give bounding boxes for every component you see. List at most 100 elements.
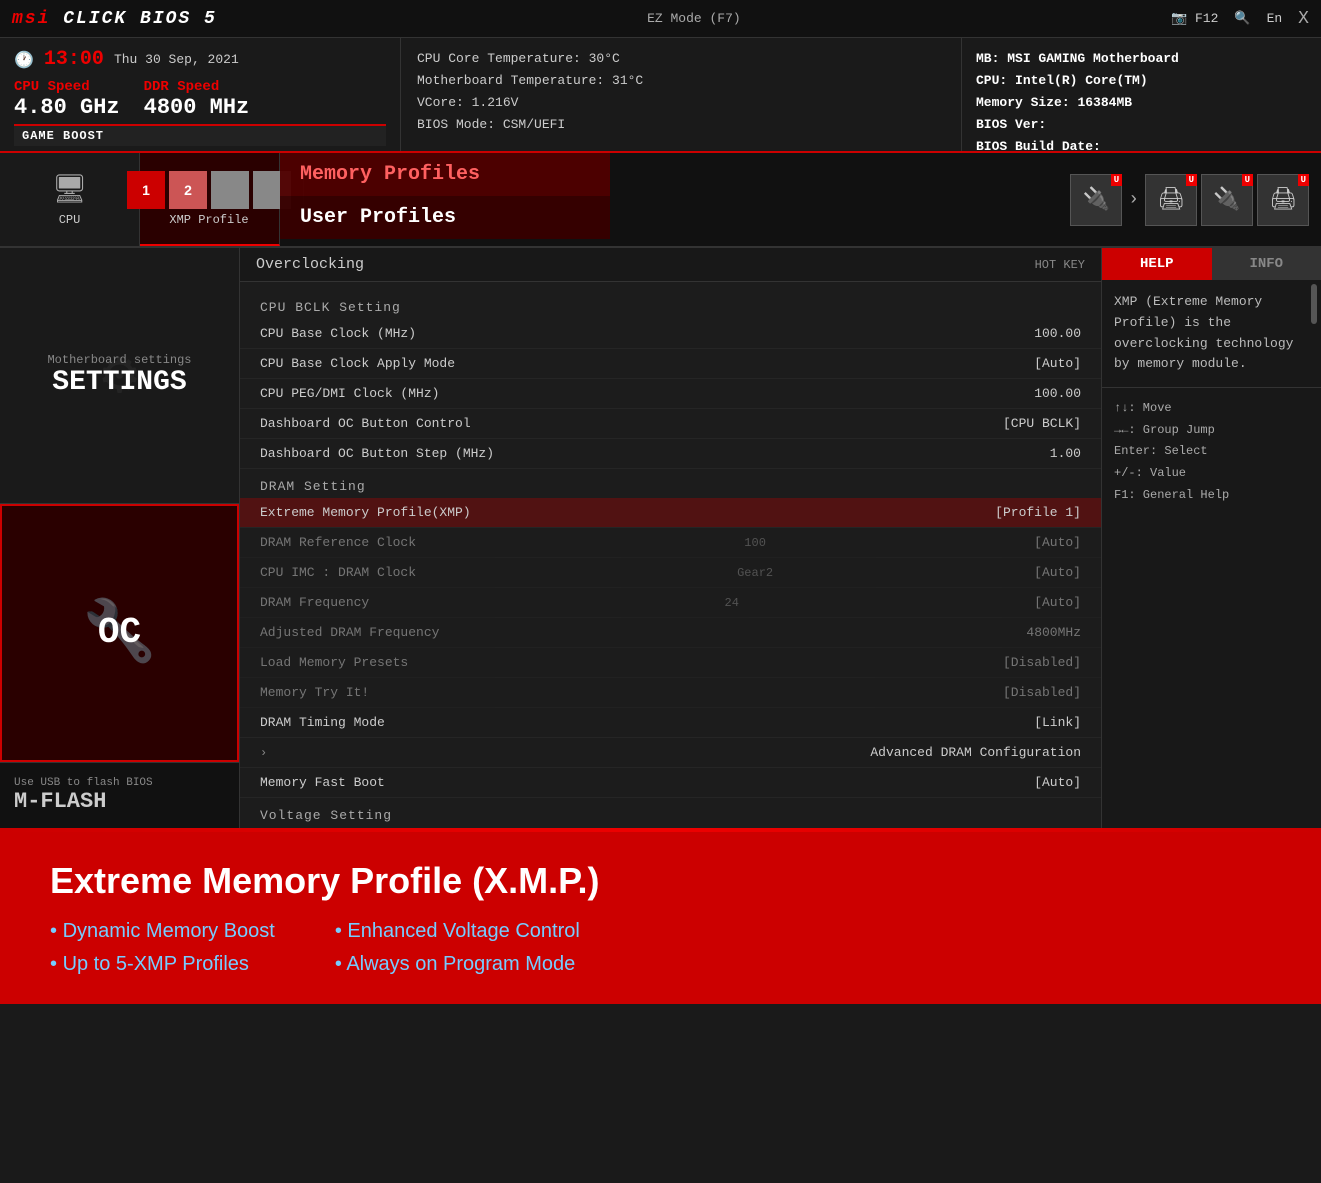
mflash-label: M-FLASH [14,789,225,814]
bios-ver: BIOS Ver: [976,114,1307,136]
user-profiles-option[interactable]: User Profiles [280,196,610,239]
setting-cpu-base-apply[interactable]: CPU Base Clock Apply Mode [Auto] [240,349,1101,379]
clock-time: 13:00 [44,48,104,71]
right-panel: HELP INFO XMP (Extreme Memory Profile) i… [1101,248,1321,828]
cpu-speed-label: CPU Speed [14,79,120,95]
usb-icon-4: U 🖨 [1257,174,1309,226]
setting-dram-ref-clock[interactable]: DRAM Reference Clock 100 [Auto] [240,528,1101,558]
ddr-speed-label: DDR Speed [144,79,250,95]
setting-dram-freq[interactable]: DRAM Frequency 24 [Auto] [240,588,1101,618]
screenshot-icon[interactable]: 📷 F12 [1171,11,1218,26]
search-icon[interactable]: 🔍 [1234,11,1250,26]
setting-mem-fast-boot[interactable]: Memory Fast Boot [Auto] [240,768,1101,798]
setting-cpu-peg-dmi[interactable]: CPU PEG/DMI Clock (MHz) 100.00 [240,379,1101,409]
ddr-speed: DDR Speed 4800 MHz [144,79,250,120]
feature-dynamic-memory: Dynamic Memory Boost [50,920,275,943]
tab-help[interactable]: HELP [1102,248,1212,280]
setting-load-presets[interactable]: Load Memory Presets [Disabled] [240,648,1101,678]
setting-memory-try[interactable]: Memory Try It! [Disabled] [240,678,1101,708]
panel-title: Overclocking [256,256,364,273]
settings-list[interactable]: CPU BCLK Setting CPU Base Clock (MHz) 10… [240,282,1101,828]
bottom-title: Extreme Memory Profile (X.M.P.) [50,860,1271,902]
usb-icons: U 🔌 › U 🖨 U 🔌 U 🖨 [1058,153,1321,246]
section-voltage: Voltage Setting [240,798,1101,827]
center-panel: Overclocking HOT KEY CPU BCLK Setting CP… [240,248,1101,828]
tab-xmp[interactable]: 1 2 XMP Profile [140,153,280,246]
xmp-buttons: 1 2 [127,171,291,209]
settings-large-label: SETTINGS [52,367,186,398]
key-f1: F1: General Help [1114,485,1309,507]
usb-icon-2: U 🖨 [1145,174,1197,226]
key-group: →←: Group Jump [1114,420,1309,442]
xmp-btn-1[interactable]: 1 [127,171,165,209]
setting-cpu-imc-dram[interactable]: CPU IMC : DRAM Clock Gear2 [Auto] [240,558,1101,588]
oc-item[interactable]: 🔧 OC [0,504,239,763]
language-selector[interactable]: En [1267,11,1283,26]
key-enter: Enter: Select [1114,441,1309,463]
xmp-area: 1 2 XMP Profile [115,167,304,231]
game-boost-bar[interactable]: GAME BOOST [14,124,386,146]
feature-xmp-profiles: Up to 5-XMP Profiles [50,953,275,976]
memory-profiles-option[interactable]: Memory Profiles [280,153,610,196]
bios-mode: BIOS Mode: CSM/UEFI [417,114,945,136]
clock-date: Thu 30 Sep, 2021 [114,52,239,67]
tab-info[interactable]: INFO [1212,248,1321,280]
mb-temp: Motherboard Temperature: 31°C [417,70,945,92]
usb-badge-3: U [1242,174,1253,186]
ez-mode-label[interactable]: EZ Mode (F7) [647,11,741,26]
mb-info: MB: MSI GAMING Motherboard [976,48,1307,70]
clock-icon: 🕐 [14,50,34,70]
settings-item[interactable]: ⚙ Motherboard settings SETTINGS [0,248,239,504]
feature-program-mode: Always on Program Mode [335,953,580,976]
panel-hotkey: HOT KEY [1035,258,1085,272]
profile-dropdown: Memory Profiles User Profiles [280,153,610,239]
info-left: 🕐 13:00 Thu 30 Sep, 2021 CPU Speed 4.80 … [0,38,400,151]
setting-digitall-power[interactable]: › DigitALL Power [240,827,1101,828]
cpu-tab-label: CPU [59,213,81,227]
setting-dashboard-control[interactable]: Dashboard OC Button Control [CPU BCLK] [240,409,1101,439]
arrow-icon: › [260,746,267,760]
bottom-features: Dynamic Memory Boost Up to 5-XMP Profile… [50,920,1271,976]
setting-xmp[interactable]: Extreme Memory Profile(XMP) [Profile 1] [240,498,1101,528]
cpu-temp: CPU Core Temperature: 30°C [417,48,945,70]
xmp-btn-3[interactable] [211,171,249,209]
main-content: ⚙ Motherboard settings SETTINGS 🔧 OC Use… [0,248,1321,828]
usb-badge-1: U [1111,174,1122,186]
panel-header: Overclocking HOT KEY [240,248,1101,282]
info-right: MB: MSI GAMING Motherboard CPU: Intel(R)… [961,38,1321,151]
setting-dashboard-step[interactable]: Dashboard OC Button Step (MHz) 1.00 [240,439,1101,469]
section-cpu-bclk: CPU BCLK Setting [240,290,1101,319]
mflash-small-label: Use USB to flash BIOS [14,777,225,789]
bottom-section: Extreme Memory Profile (X.M.P.) Dynamic … [0,832,1321,1004]
oc-large-label: OC [98,612,141,653]
left-sidebar: ⚙ Motherboard settings SETTINGS 🔧 OC Use… [0,248,240,828]
msi-logo: msi CLICK BIOS 5 [12,9,217,29]
key-move: ↑↓: Move [1114,398,1309,420]
ddr-speed-value: 4800 MHz [144,95,250,120]
usb-icon-1: U 🔌 [1070,174,1122,226]
setting-cpu-base-clock[interactable]: CPU Base Clock (MHz) 100.00 [240,319,1101,349]
setting-dram-timing[interactable]: DRAM Timing Mode [Link] [240,708,1101,738]
info-center: CPU Core Temperature: 30°C Motherboard T… [400,38,961,151]
clock-row: 🕐 13:00 Thu 30 Sep, 2021 [14,48,386,71]
cpu-icon: 🖥 [52,172,88,207]
help-content: XMP (Extreme Memory Profile) is the over… [1102,280,1311,387]
close-button[interactable]: X [1298,9,1309,29]
usb-icon-3: U 🔌 [1201,174,1253,226]
settings-small-label: Motherboard settings [47,353,191,367]
cpu-speed-value: 4.80 GHz [14,95,120,120]
top-bar: msi CLICK BIOS 5 EZ Mode (F7) 📷 F12 🔍 En… [0,0,1321,38]
help-scrollbar[interactable] [1311,284,1317,324]
memory-info: Memory Size: 16384MB [976,92,1307,114]
mflash-area[interactable]: Use USB to flash BIOS M-FLASH [0,762,239,828]
top-bar-right: 📷 F12 🔍 En X [1171,9,1309,29]
arrow-1: › [1128,190,1139,210]
xmp-tab-label: XMP Profile [169,213,248,227]
xmp-btn-2[interactable]: 2 [169,171,207,209]
feature-enhanced-voltage: Enhanced Voltage Control [335,920,580,943]
feature-col-right: Enhanced Voltage Control Always on Progr… [335,920,580,976]
section-dram: DRAM Setting [240,469,1101,498]
setting-adv-dram[interactable]: › Advanced DRAM Configuration [240,738,1101,768]
usb-badge-2: U [1186,174,1197,186]
feature-col-left: Dynamic Memory Boost Up to 5-XMP Profile… [50,920,275,976]
